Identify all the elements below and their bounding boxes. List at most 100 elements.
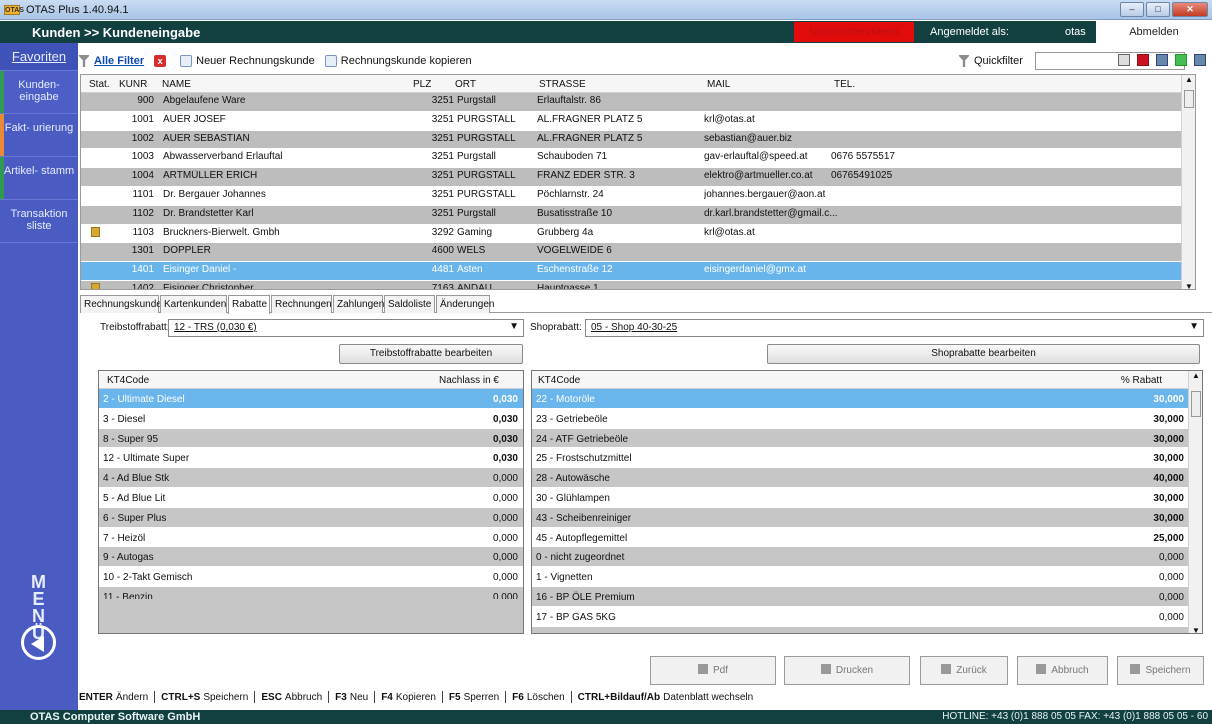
sidebar-item-articles[interactable]: Artikel- stamm [0, 157, 78, 200]
shop-row[interactable]: 18 - BP GAS 10KG 0,000 [532, 626, 1202, 633]
cell-strasse: Erlauftalstr. 86 [537, 95, 601, 106]
fuel-row[interactable]: 8 - Super 95 0,030 [99, 428, 523, 449]
sidebar-item-customers[interactable]: Kunden- eingabe [0, 71, 78, 114]
customer-row-900[interactable]: 900 Abgelaufene Ware 3251 Purgstall Erlaufta… [81, 93, 1195, 112]
fuel-row[interactable]: 6 - Super Plus 0,000 [99, 507, 523, 528]
fuel-row[interactable]: 7 - Heizöl 0,000 [99, 528, 523, 548]
new-customer-button[interactable]: Neuer Rechnungskunde [180, 51, 315, 71]
cell-ort: WELS [457, 245, 486, 257]
pdf-icon[interactable] [1137, 54, 1149, 66]
messages-menu-button[interactable]: Nachrichten/Menü [794, 22, 914, 42]
customer-row-1002[interactable]: 1002 AUER SEBASTIAN 3251 PURGSTALL AL.FRAGNE… [81, 130, 1195, 150]
import-icon[interactable] [1175, 54, 1187, 66]
shop-value: 25,000 [1153, 532, 1184, 544]
customer-row-1101[interactable]: 1101 Dr. Bergauer Johannes 3251 PURGSTALL Pö… [81, 187, 1195, 206]
fuel-value: 0,000 [492, 473, 518, 485]
fuel-row[interactable]: 3 - Diesel 0,030 [99, 409, 523, 429]
shop-row[interactable]: 16 - BP ÖLE Premium 0,000 [532, 586, 1202, 607]
chevron-down-icon[interactable]: ▼ [509, 321, 519, 332]
cell-plz: 3251 [431, 95, 454, 106]
export-icon[interactable] [1156, 54, 1168, 66]
all-filter-link[interactable]: Alle Filter [78, 51, 144, 71]
fuel-row[interactable]: 10 - 2-Takt Gemisch 0,000 [99, 567, 523, 587]
window-buttons: – □ ✕ [1120, 2, 1208, 17]
fuel-row[interactable]: 9 - Autogas 0,000 [99, 547, 523, 568]
scroll-thumb[interactable] [1184, 90, 1194, 108]
shop-row[interactable]: 24 - ATF Getriebeöle 30,000 [532, 428, 1202, 449]
shortcut-key: F6 [512, 691, 524, 703]
close-button[interactable]: ✕ [1172, 2, 1208, 17]
refresh-icon[interactable] [1194, 54, 1206, 66]
sidebar-item-transactions[interactable]: Transaktion sliste [0, 200, 78, 243]
shop-discount-select[interactable]: 05 - Shop 40-30-25 ▼ [585, 319, 1204, 337]
tab-saldoliste[interactable]: Saldoliste [384, 295, 435, 313]
scroll-up-icon[interactable]: ▲ [1185, 75, 1193, 84]
shop-row[interactable]: 0 - nicht zugeordnet 0,000 [532, 547, 1202, 568]
delete-icon: x [154, 55, 167, 67]
fuel-discount-select[interactable]: 12 - TRS (0,030 €) ▼ [168, 319, 524, 337]
shop-row[interactable]: 17 - BP GAS 5KG 0,000 [532, 607, 1202, 627]
fuel-code: 7 - Heizöl [103, 532, 146, 544]
fuel-row[interactable]: 5 - Ad Blue Lit 0,000 [99, 488, 523, 508]
fuel-row[interactable]: 4 - Ad Blue Stk 0,000 [99, 468, 523, 488]
sidebar-item-invoicing[interactable]: Fakt- urierung [0, 114, 78, 157]
shop-row[interactable]: 30 - Glühlampen 30,000 [532, 488, 1202, 508]
tab-zahlungen[interactable]: Zahlungen [333, 295, 384, 313]
tab-rechnungen[interactable]: Rechnungen [271, 295, 332, 313]
fuel-value: 0,000 [492, 492, 518, 504]
customer-row-1004[interactable]: 1004 ARTMÜLLER ERICH 3251 PURGSTALL FRANZ ED… [81, 168, 1195, 187]
shop-row[interactable]: 45 - Autopflegemittel 25,000 [532, 528, 1202, 548]
shortcut-label: Speichern [203, 691, 249, 703]
customer-row-1001[interactable]: 1001 AUER JOSEF 3251 PURGSTALL AL.FRAGNER PL… [81, 112, 1195, 131]
delete-button[interactable]: x [154, 51, 170, 71]
logout-button[interactable]: Abmelden [1096, 21, 1212, 43]
fuel-row[interactable]: 2 - Ultimate Diesel 0,030 [99, 389, 523, 409]
customer-rows: 900 Abgelaufene Ware 3251 Purgstall Erlaufta… [81, 93, 1195, 289]
shop-row[interactable]: 22 - Motoröle 30,000 [532, 389, 1202, 409]
hotline-info: HOTLINE: +43 (0)1 888 05 05 FAX: +43 (0)… [942, 711, 1208, 722]
print-icon[interactable] [1118, 54, 1130, 66]
cell-name: AUER SEBASTIAN [163, 132, 250, 144]
copy-customer-button[interactable]: Rechnungskunde kopieren [324, 51, 472, 71]
customer-row-1102[interactable]: 1102 Dr. Brandstetter Karl 3251 Purgstall Bu… [81, 205, 1195, 225]
customer-row-1401[interactable]: 1401 Eisinger Daniel - 4481 Asten Eschenstra… [81, 262, 1195, 281]
print-button[interactable]: Drucken [784, 656, 910, 685]
edit-shop-discounts-button[interactable]: Shoprabatte bearbeiten [767, 344, 1200, 364]
customer-row-1003[interactable]: 1003 Abwasserverband Erlauftal 3251 Purgsta… [81, 149, 1195, 169]
customer-row-1402[interactable]: 1402 Eisinger Christopher 7163 ANDAU Hauptga… [81, 280, 1195, 289]
cancel-button[interactable]: Abbruch [1017, 656, 1108, 685]
shop-code: 25 - Frostschutzmittel [536, 453, 632, 465]
back-arrow-icon[interactable] [21, 625, 56, 660]
favorites-link[interactable]: Favoriten [0, 43, 78, 71]
maximize-button[interactable]: □ [1146, 2, 1170, 17]
tab-kartenkunden[interactable]: Kartenkunden [160, 295, 227, 313]
shop-row[interactable]: 43 - Scheibenreiniger 30,000 [532, 507, 1202, 528]
customer-grid-scrollbar[interactable]: ▲ ▼ [1181, 75, 1195, 289]
scroll-up-icon[interactable]: ▲ [1192, 371, 1200, 380]
customer-row-1301[interactable]: 1301 DOPPLER 4600 WELS VOGELWEIDE 6 [81, 243, 1195, 263]
shop-row[interactable]: 23 - Getriebeöle 30,000 [532, 409, 1202, 429]
scroll-down-icon[interactable]: ▼ [1192, 626, 1200, 633]
tab-rabatte[interactable]: Rabatte [228, 295, 270, 314]
shop-list-scrollbar[interactable]: ▲ ▼ [1188, 371, 1202, 633]
shop-row[interactable]: 28 - Autowäsche 40,000 [532, 468, 1202, 488]
pdf-button[interactable]: Pdf [650, 656, 776, 685]
shop-row[interactable]: 1 - Vignetten 0,000 [532, 567, 1202, 587]
back-button[interactable]: Zurück [920, 656, 1008, 685]
fuel-row[interactable]: 12 - Ultimate Super 0,030 [99, 448, 523, 469]
edit-fuel-discounts-button[interactable]: Treibstoffrabatte bearbeiten [339, 344, 523, 364]
chevron-down-icon[interactable]: ▼ [1189, 321, 1199, 332]
save-button[interactable]: Speichern [1117, 656, 1204, 685]
tab-aenderungen[interactable]: Änderungen [436, 295, 495, 313]
tab-rechnungskunde[interactable]: Rechnungskunde [80, 295, 162, 313]
scroll-down-icon[interactable]: ▼ [1185, 282, 1193, 289]
scroll-thumb[interactable] [1191, 391, 1201, 417]
cell-mail: krl@otas.at [704, 113, 755, 125]
cell-name: ARTMÜLLER ERICH [163, 170, 258, 182]
cell-plz: 4600 [431, 245, 454, 257]
customer-row-1103[interactable]: 1103 Bruckners-Bierwelt. Gmbh 3292 Gaming Gr… [81, 225, 1195, 244]
shop-row[interactable]: 25 - Frostschutzmittel 30,000 [532, 448, 1202, 469]
minimize-button[interactable]: – [1120, 2, 1144, 17]
shortcut-label: Kopieren [395, 691, 436, 703]
fuel-list-empty-area [99, 599, 523, 633]
